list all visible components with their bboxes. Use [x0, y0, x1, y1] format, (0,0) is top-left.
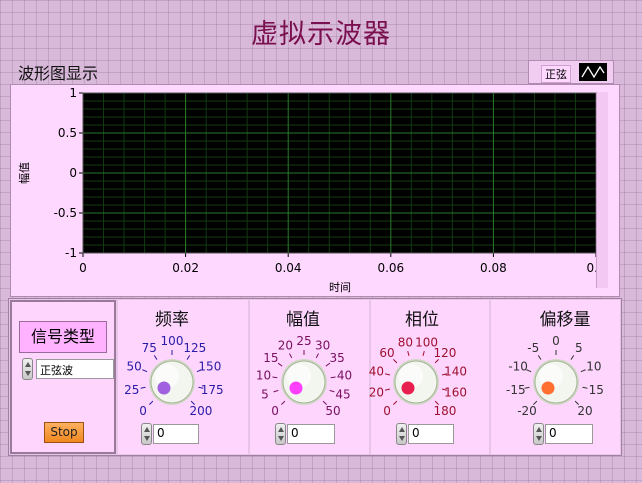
knob-tick-label: -20 — [517, 404, 537, 418]
knob-tick — [273, 389, 279, 393]
knob-tick-label: 10 — [586, 359, 601, 373]
knob-tick — [570, 355, 575, 360]
knob-tick-label: 25 — [296, 334, 311, 348]
knob-tick-label: 0 — [383, 404, 391, 418]
knob-tick-label: 5 — [575, 341, 583, 355]
knob-tick — [384, 388, 391, 391]
knob-tick-label: 15 — [589, 383, 604, 397]
knob-tick-label: -15 — [506, 383, 526, 397]
knob-tick-label: 100 — [161, 334, 184, 348]
y-axis-label: 幅值 — [18, 162, 31, 184]
knob-tick — [186, 355, 191, 360]
x-tick-label: 0.04 — [275, 261, 302, 275]
knob-tick-label: 35 — [330, 351, 345, 365]
knob-tick-label: 0 — [271, 404, 279, 418]
knob-tick — [422, 350, 425, 357]
knob-tick — [140, 386, 146, 389]
knob-tick — [384, 373, 391, 376]
knob-tick-label: 5 — [261, 388, 269, 402]
knob-tick-label: 60 — [379, 346, 394, 360]
knob-tick-label: 45 — [335, 388, 350, 402]
knob-tick — [582, 386, 588, 389]
knob-tick-label: 0 — [552, 334, 560, 348]
knob-tick — [580, 369, 586, 373]
phase-input[interactable]: 0 — [408, 424, 454, 444]
knob-tick — [142, 369, 148, 373]
knob-tick-label: 40 — [369, 364, 384, 378]
x-axis-label: 时间 — [329, 281, 351, 294]
knob-indicator — [541, 381, 555, 395]
knob-indicator — [289, 381, 303, 395]
amp-input[interactable]: 0 — [287, 424, 335, 444]
knob-tick-label: 25 — [124, 383, 139, 397]
signal-type-stepper[interactable] — [22, 358, 33, 380]
x-tick-label: 0.08 — [480, 261, 507, 275]
y-tick-label: -1 — [65, 246, 77, 260]
y-tick-label: -0.5 — [54, 206, 77, 220]
knob-tick-label: 175 — [201, 383, 224, 397]
knob-tick-label: 140 — [444, 364, 467, 378]
knob-tick-label: 125 — [183, 341, 206, 355]
freq-stepper[interactable] — [141, 423, 152, 445]
knob-tick — [149, 400, 154, 405]
knob-tick — [537, 355, 542, 360]
knob-tick-label: 50 — [325, 404, 340, 418]
knob-tick-label: 15 — [263, 351, 278, 365]
knob-tick-label: 30 — [315, 338, 330, 352]
knob-tick-label: 10 — [256, 369, 271, 383]
amp-title: 幅值 — [286, 310, 320, 330]
knob-tick — [277, 362, 283, 367]
offset-input[interactable]: 0 — [545, 424, 593, 444]
signal-type-select[interactable]: 正弦波 — [36, 359, 114, 379]
knob-tick-label: 75 — [142, 341, 157, 355]
x-tick-label: 0.06 — [377, 261, 404, 275]
knob-tick — [153, 355, 158, 360]
phase-title: 相位 — [405, 310, 439, 330]
knob-tick-label: 120 — [434, 346, 457, 360]
knob-tick-label: 20 — [278, 338, 293, 352]
knob-tick — [289, 353, 293, 359]
knob-tick — [330, 376, 336, 379]
y-tick-label: 0.5 — [58, 126, 77, 140]
knob-tick — [407, 350, 410, 357]
knob-indicator — [401, 381, 415, 395]
knob-tick — [315, 353, 319, 359]
knob-tick — [329, 389, 335, 393]
knob-tick-label: -10 — [508, 359, 528, 373]
knob-tick — [393, 400, 398, 405]
freq-knob[interactable]: 025 5075 100 125 150 175 200 — [122, 330, 232, 426]
stop-button[interactable]: Stop — [44, 422, 84, 443]
knob-tick — [281, 400, 286, 405]
knob-tick-label: 160 — [444, 386, 467, 400]
x-tick-label: 0.02 — [172, 261, 199, 275]
knob-tick-label: 40 — [337, 369, 352, 383]
knob-tick-label: 0 — [139, 404, 147, 418]
waveform-chart: 00.020.040.060.080.110.50-0.5-1 — [54, 86, 606, 275]
phase-stepper[interactable] — [396, 423, 407, 445]
knob-tick-label: 200 — [190, 404, 213, 418]
knob-tick-label: 20 — [369, 386, 384, 400]
knob-tick-label: 180 — [434, 404, 457, 418]
phase-knob[interactable]: 020406080 100120140160180 — [366, 330, 476, 426]
knob-tick-label: 20 — [577, 404, 592, 418]
offset-stepper[interactable] — [533, 423, 544, 445]
freq-title: 频率 — [155, 310, 189, 330]
knob-tick-label: 80 — [398, 335, 413, 349]
y-tick-label: 0 — [69, 166, 77, 180]
knob-tick-label: -5 — [527, 341, 539, 355]
freq-input[interactable]: 0 — [153, 424, 199, 444]
graph-scrollbar[interactable] — [596, 92, 608, 288]
knob-indicator — [157, 381, 171, 395]
y-tick-label: 1 — [69, 86, 77, 100]
knob-tick-label: 150 — [198, 359, 221, 373]
offset-title: 偏移量 — [539, 310, 591, 330]
x-tick-label: 0 — [79, 261, 87, 275]
offset-knob[interactable]: -20 -15 -10 -5 0 510 15 20 — [506, 330, 616, 426]
amp-stepper[interactable] — [275, 423, 286, 445]
signal-type-label: 信号类型 — [19, 321, 107, 353]
knob-tick — [272, 376, 278, 379]
knob-tick-label: 50 — [126, 359, 141, 373]
amp-knob[interactable]: 05 10 1520 25 3035 40 45 50 — [254, 330, 364, 426]
